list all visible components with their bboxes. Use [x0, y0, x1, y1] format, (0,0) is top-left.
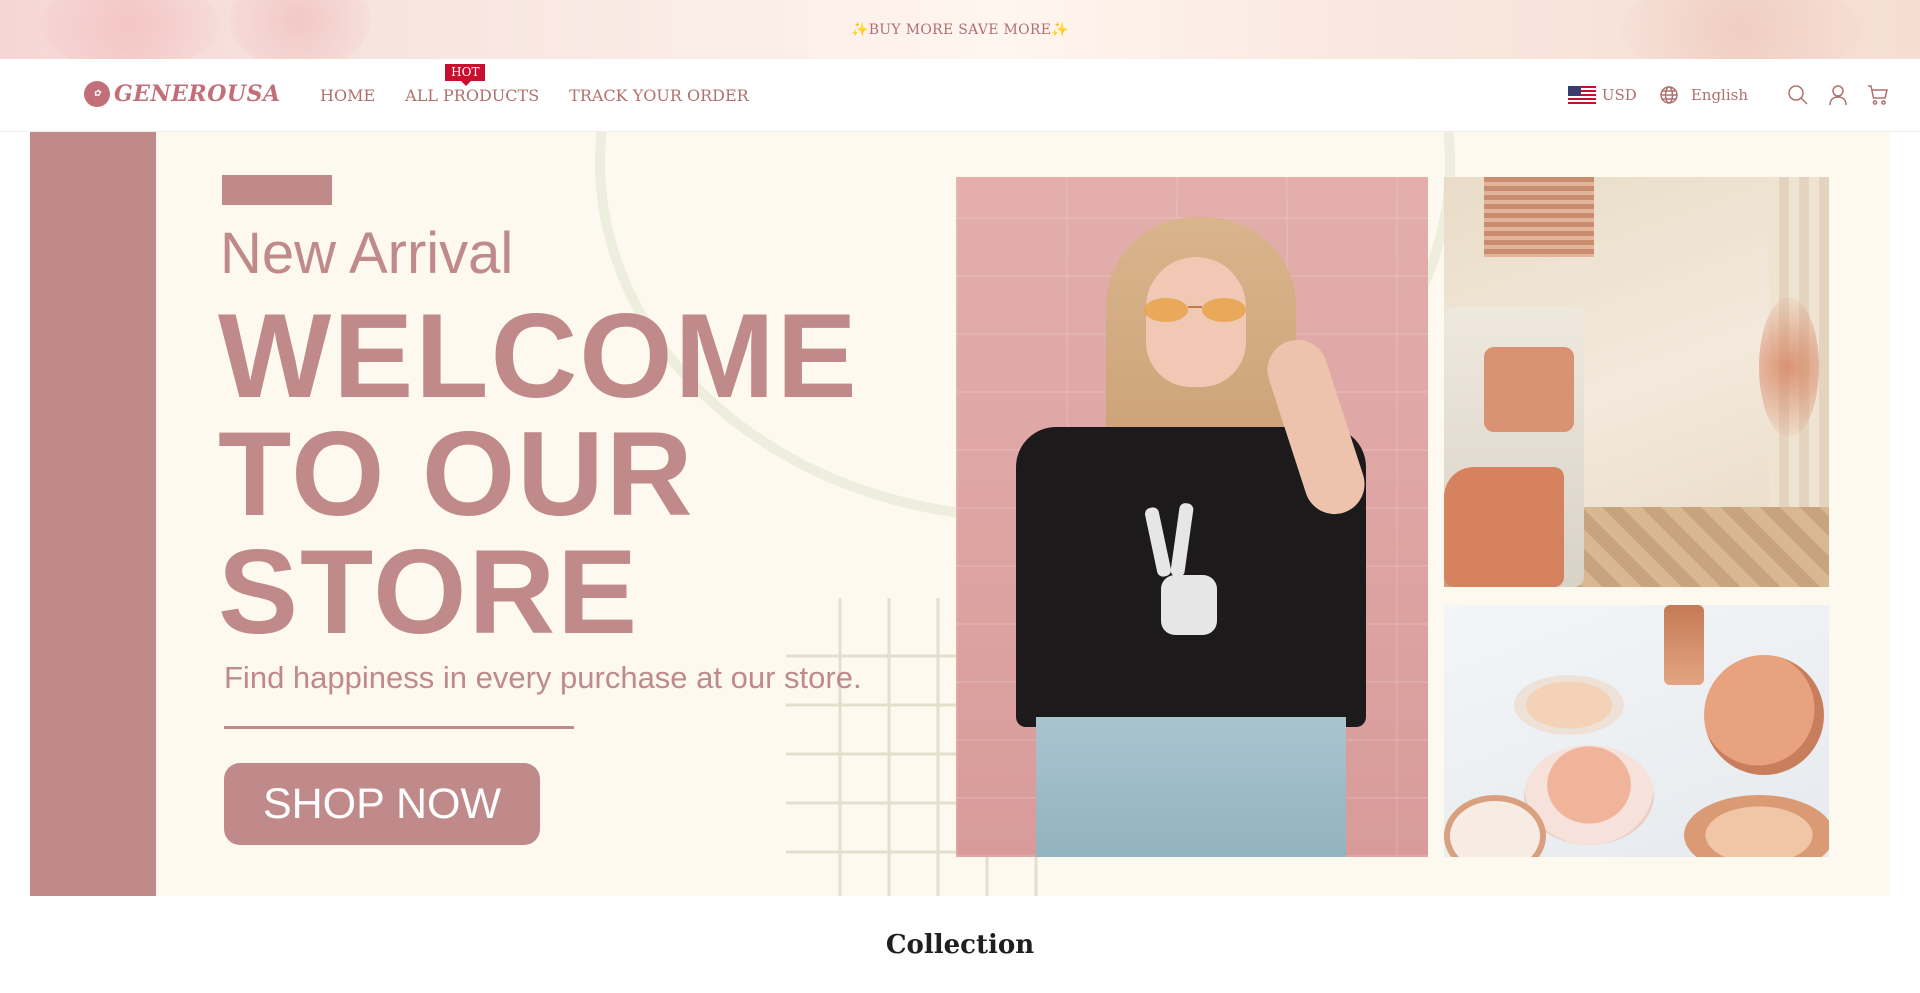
logo-text: GENEROUSA	[114, 81, 281, 107]
search-button[interactable]	[1786, 83, 1810, 107]
hero-kicker: New Arrival	[220, 221, 514, 286]
hot-badge: HOT	[445, 64, 486, 86]
language-selector[interactable]: English	[1659, 85, 1748, 105]
collection-heading: Collection	[885, 930, 1035, 960]
hero-title-line: TO OUR	[218, 407, 695, 541]
hero-title: WELCOME TO OUR STORE	[218, 289, 859, 659]
hero-subtitle: Find happiness in every purchase at our …	[224, 660, 862, 695]
announcement-bar: ✨BUY MORE SAVE MORE✨	[0, 0, 1920, 80]
nav-item-all-products[interactable]: HOT ALL PRODUCTS	[405, 64, 540, 105]
site-header: ✿ GENEROUSA HOME HOT ALL PRODUCTS TRACK …	[0, 59, 1920, 132]
hero-divider	[224, 726, 574, 729]
cart-button[interactable]	[1866, 83, 1890, 107]
site-logo[interactable]: ✿ GENEROUSA	[84, 81, 281, 107]
globe-icon	[1660, 86, 1678, 104]
header-actions: USD English	[1567, 83, 1890, 107]
hero-photo-interior	[1444, 177, 1829, 587]
nav-item-track-order[interactable]: TRACK YOUR ORDER	[569, 86, 749, 105]
main-nav: HOME HOT ALL PRODUCTS TRACK YOUR ORDER	[320, 64, 749, 105]
shop-now-button[interactable]: SHOP NOW	[224, 763, 540, 845]
hero-photo-cosmetics	[1444, 605, 1829, 857]
hero-side-band	[30, 132, 156, 896]
nav-item-home[interactable]: HOME	[320, 86, 375, 105]
nav-item-label: ALL PRODUCTS	[405, 86, 540, 105]
currency-code: USD	[1601, 86, 1637, 104]
hero-accent-bar	[222, 175, 332, 205]
currency-selector[interactable]: USD	[1567, 86, 1637, 104]
us-flag-icon	[1567, 86, 1596, 104]
account-icon	[1829, 85, 1847, 106]
cart-icon	[1868, 85, 1888, 105]
language-label: English	[1690, 86, 1748, 104]
hero-title-line: WELCOME	[218, 289, 859, 423]
hero-title-line: STORE	[218, 525, 640, 659]
logo-mark-icon: ✿	[84, 81, 110, 107]
search-icon	[1788, 85, 1808, 105]
hero-photo-model	[956, 177, 1428, 857]
hero-banner[interactable]: New Arrival WELCOME TO OUR STORE Find ha…	[30, 132, 1890, 896]
announcement-text: ✨BUY MORE SAVE MORE✨	[850, 21, 1070, 38]
account-button[interactable]	[1826, 83, 1850, 107]
